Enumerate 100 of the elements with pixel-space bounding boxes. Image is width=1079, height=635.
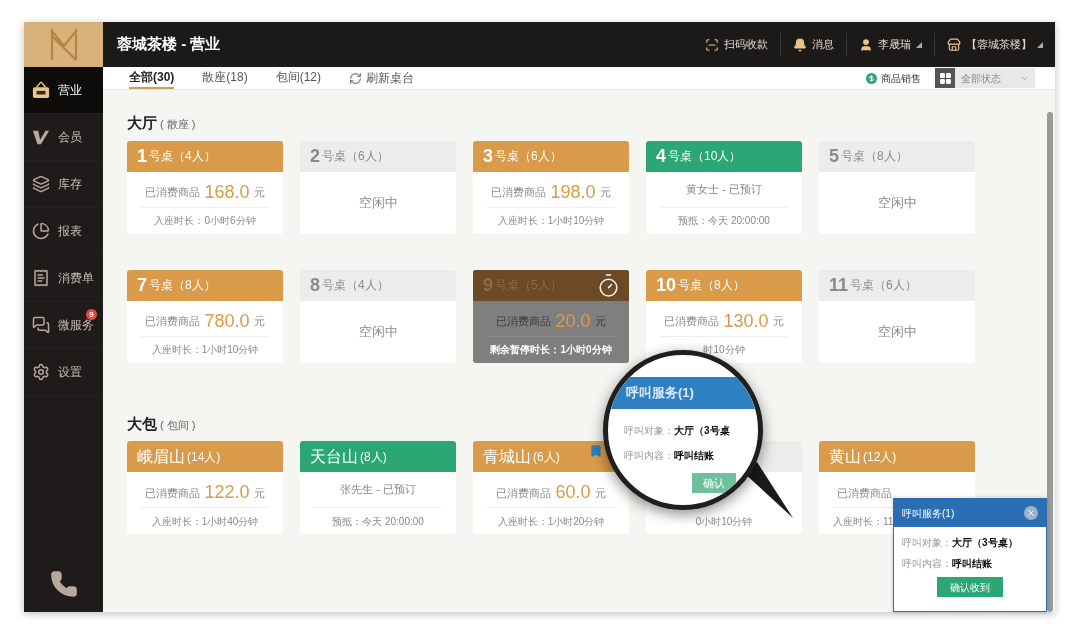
target-value: 大厅（3号桌） <box>952 536 1018 550</box>
card-footer-text: 剩余暂停时长：1小时0分钟 <box>490 343 612 357</box>
spent-label: 已消费商品 <box>491 185 547 200</box>
shop-sign-icon <box>32 81 50 99</box>
status-select[interactable]: 全部状态 <box>955 68 1035 88</box>
tab[interactable]: 包间(12) <box>275 67 322 89</box>
table-name: 黄山 <box>829 446 861 467</box>
spent-label: 已消费商品 <box>145 314 201 329</box>
currency-unit: 元 <box>253 185 265 200</box>
table-name: 10 <box>656 273 677 297</box>
amount: 20.0 <box>555 309 591 332</box>
table-card[interactable]: 5号桌（8人） 空闲中 <box>819 140 975 234</box>
bell-icon <box>793 37 807 52</box>
user-icon <box>859 37 873 52</box>
card-footer-text: 预抵：今天 20:00:00 <box>678 214 770 228</box>
goods-sales-button[interactable]: 商品销售 <box>866 70 921 86</box>
table-capacity: (8人) <box>360 448 387 466</box>
table-capacity: (14人) <box>187 448 221 466</box>
table-capacity: 号桌（10人） <box>668 148 742 165</box>
table-name: 7 <box>137 273 147 297</box>
table-capacity: 号桌（6人） <box>495 148 562 165</box>
table-capacity: 号桌（4人） <box>322 277 389 294</box>
card-footer-text: 预抵：今天 20:00:00 <box>332 514 424 529</box>
layers-icon <box>32 175 50 193</box>
table-capacity: (12人) <box>863 448 897 466</box>
table-name: 1 <box>137 144 147 168</box>
card-footer-text: 入座时长：0小时6分钟 <box>154 214 256 228</box>
currency-unit: 元 <box>772 314 784 329</box>
grid-view-button[interactable] <box>935 68 955 88</box>
reservation-guest: 黄女士 - 已预订 <box>686 181 762 197</box>
dollar-icon <box>866 72 877 84</box>
table-card[interactable]: 3号桌（6人） 已消费商品 198.0 元 入座时长：1小时10分钟 <box>473 140 629 234</box>
currency-unit: 元 <box>253 314 265 329</box>
currency-unit: 元 <box>594 485 606 501</box>
tab[interactable]: 散座(18) <box>202 67 248 89</box>
table-name: 天台山 <box>310 446 358 467</box>
currency-unit: 元 <box>599 185 611 200</box>
table-capacity: 号桌（8人） <box>678 277 745 294</box>
stopwatch-icon <box>596 272 621 298</box>
refresh-icon <box>349 71 363 85</box>
amount: 60.0 <box>555 481 591 503</box>
spent-label: 已消费商品 <box>664 314 720 329</box>
idle-status: 空闲中 <box>358 322 398 341</box>
table-card[interactable]: 2号桌（6人） 空闲中 <box>300 140 456 234</box>
table-card[interactable]: 1号桌（4人） 已消费商品 168.0 元 入座时长：0小时6分钟 <box>127 140 283 234</box>
header-action[interactable]: 扫码收款 <box>693 32 780 57</box>
table-card[interactable]: 8号桌（4人） 空闲中 <box>300 269 456 363</box>
card-footer-text: 入座时长：11 <box>833 514 894 529</box>
spent-label: 已消费商品 <box>145 185 201 200</box>
close-icon <box>1026 508 1036 518</box>
refresh-button[interactable]: 刷新桌台 <box>349 69 415 87</box>
pie-chart-icon <box>32 222 50 240</box>
table-name: 3 <box>483 144 493 168</box>
table-card[interactable]: 4号桌（10人） 黄女士 - 已预订 预抵：今天 20:00:00 <box>646 140 802 234</box>
lens-target-label: 呼叫对象： <box>624 424 674 438</box>
table-name: 5 <box>829 144 839 168</box>
content-value: 呼叫结账 <box>952 557 992 571</box>
scrollbar[interactable] <box>1047 112 1053 612</box>
confirm-button[interactable]: 确认收到 <box>937 577 1003 597</box>
amount: 198.0 <box>550 180 596 203</box>
header-action[interactable]: 消息 <box>780 32 846 57</box>
card-footer-text: 入座时长：1小时10分钟 <box>151 343 259 357</box>
table-name: 2 <box>310 144 320 168</box>
section-title: 大包 <box>127 413 157 434</box>
lens-confirm-button[interactable]: 确认 <box>692 473 736 493</box>
window-title: 蓉城茶楼 - 营业 <box>117 34 221 55</box>
section-subtitle: ( 包间 ) <box>160 417 196 433</box>
content-label: 呼叫内容： <box>902 557 952 571</box>
table-name: 青城山 <box>483 446 531 467</box>
table-card[interactable]: 峨眉山(14人) 已消费商品 122.0 元 入座时长：1小时40分钟 <box>127 441 283 534</box>
idle-status: 空闲中 <box>877 193 917 212</box>
card-footer-text: 入座时长：1小时20分钟 <box>497 514 605 529</box>
receipt-icon <box>32 269 50 287</box>
amount: 130.0 <box>723 309 769 332</box>
table-card[interactable]: 天台山(8人) 张先生 - 已预订 预抵：今天 20:00:00 <box>300 441 456 534</box>
settings-icon <box>32 363 50 381</box>
phone-icon[interactable] <box>49 570 78 598</box>
currency-unit: 元 <box>594 314 606 329</box>
lens-popup-title: 呼叫服务(1) <box>626 384 694 403</box>
tab[interactable]: 全部(30) <box>129 67 175 89</box>
close-button[interactable] <box>1024 506 1038 520</box>
table-capacity: 号桌（8人） <box>841 148 908 165</box>
table-capacity: 号桌（6人） <box>322 148 389 165</box>
amount: 168.0 <box>204 180 250 203</box>
table-card[interactable]: 11号桌（6人） 空闲中 <box>819 269 975 363</box>
v-logo-icon <box>32 128 50 146</box>
sidebar-item[interactable]: 营业 <box>24 67 103 114</box>
store-icon <box>947 37 961 52</box>
reservation-guest: 张先生 - 已预订 <box>340 482 416 498</box>
table-capacity: (6人) <box>533 448 560 466</box>
spent-label: 已消费商品 <box>145 485 201 501</box>
table-name: 11 <box>829 273 849 297</box>
header-action[interactable]: 李晟瑞 <box>846 32 934 57</box>
grid-icon <box>938 71 952 85</box>
table-name: 4 <box>656 144 666 168</box>
notification-badge: 9 <box>86 309 97 320</box>
header-action[interactable]: 【蓉城茶楼】 <box>934 32 1055 57</box>
table-capacity: 号桌（4人） <box>149 148 216 165</box>
card-footer-text: 时10分钟 <box>703 343 745 357</box>
table-card[interactable]: 7号桌（8人） 已消费商品 780.0 元 入座时长：1小时10分钟 <box>127 269 283 363</box>
